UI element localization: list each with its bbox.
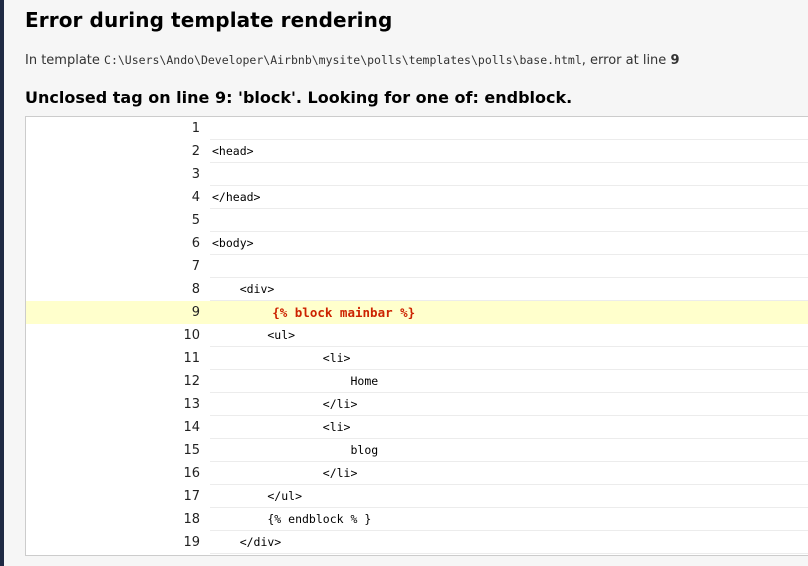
line-code: </li> [210,393,808,416]
error-message: Unclosed tag on line 9: 'block'. Looking… [25,88,573,107]
source-line: 3 [26,163,808,186]
line-number: 6 [191,236,200,251]
line-code [210,255,808,278]
template-mid: , error at line [581,53,671,68]
line-number: 1 [191,121,200,136]
line-number: 15 [183,443,200,458]
line-number: 17 [183,489,200,504]
line-code: </head> [210,186,808,209]
line-number: 3 [191,167,200,182]
line-code [210,209,808,232]
template-path: C:\Users\Ando\Developer\Airbnb\mysite\po… [104,53,582,67]
source-line: 16 </li> [26,462,808,485]
line-number: 19 [183,535,200,550]
line-code: <div> [210,278,808,301]
template-prefix: In template [25,53,105,68]
page-title: Error during template rendering [25,8,393,32]
source-line: 19 </div> [26,531,808,554]
line-number: 8 [191,282,200,297]
line-code: </div> [210,531,808,554]
line-number: 11 [183,351,200,366]
line-number: 16 [183,466,200,481]
source-line: 17 </ul> [26,485,808,508]
source-line: 15 blog [26,439,808,462]
source-line: 14 <li> [26,416,808,439]
line-code: blog [210,439,808,462]
line-number: 4 [191,190,200,205]
source-line: 5 [26,209,808,232]
line-code [210,117,808,140]
source-line: 2 <head> [26,140,808,163]
source-line: 1 [26,117,808,140]
line-code: {% endblock % } [210,508,808,531]
line-code [210,163,808,186]
line-code: <ul> [210,324,808,347]
line-code: Home [210,370,808,393]
line-code: <body> [210,232,808,255]
source-line: 6 <body> [26,232,808,255]
source-line: 18 {% endblock % } [26,508,808,531]
line-number: 7 [191,259,200,274]
source-line: 13 </li> [26,393,808,416]
line-code: <li> [210,416,808,439]
line-code: <li> [210,347,808,370]
line-code: {% block mainbar %} [212,305,416,320]
line-number: 9 [191,305,200,320]
window-edge [0,0,4,566]
source-line-current: 9 {% block mainbar %} [26,301,808,324]
line-code: </ul> [210,485,808,508]
source-listing: 1 2 <head> 3 4 </head> 5 6 <body> 7 8 <div> 9 {% bl… [25,116,808,556]
line-number: 13 [183,397,200,412]
source-line: 11 <li> [26,347,808,370]
line-number: 12 [183,374,200,389]
line-code: <head> [210,140,808,163]
error-line-number: 9 [670,53,680,68]
error-page: Error during template rendering In templ… [6,0,808,566]
line-number: 14 [183,420,200,435]
template-info: In template C:\Users\Ando\Developer\Airb… [25,53,679,68]
line-number: 10 [183,328,200,343]
source-line: 7 [26,255,808,278]
line-number: 18 [183,512,200,527]
line-number: 5 [191,213,200,228]
source-line: 8 <div> [26,278,808,301]
source-line: 4 </head> [26,186,808,209]
source-line: 12 Home [26,370,808,393]
line-code: </li> [210,462,808,485]
line-number: 2 [191,144,200,159]
source-line: 10 <ul> [26,324,808,347]
